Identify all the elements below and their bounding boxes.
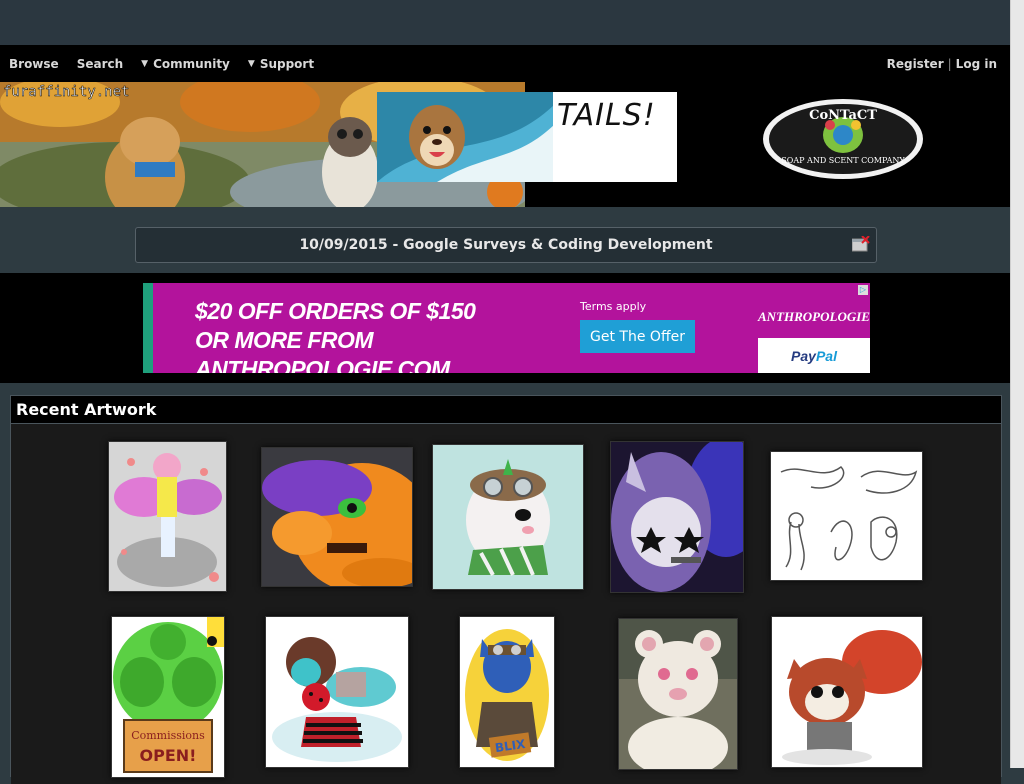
recent-artwork-heading: Recent Artwork <box>11 396 1001 424</box>
commissions-sign-text: Commissions <box>131 729 205 742</box>
tails-banner-ad[interactable]: TAILS! <box>377 92 677 182</box>
artwork-thumbnail[interactable] <box>261 447 413 587</box>
artwork-image <box>266 617 408 767</box>
nav-community-label: Community <box>153 56 230 71</box>
account-links: Register | Log in <box>887 57 997 71</box>
contact-soap-logo[interactable]: CoNTaCT SOAP AND SCENT COMPANY <box>760 97 926 182</box>
advertisement-strip: $20 OFF ORDERS OF $150 OR MORE FROM ANTH… <box>0 273 1011 383</box>
ad-brand-name: ANTHROPOLOGIE <box>758 309 870 324</box>
site-notice-bar: 10/09/2015 - Google Surveys & Coding Dev… <box>135 227 877 263</box>
link-separator: | <box>947 56 952 71</box>
nav-community-menu[interactable]: ▼ Community <box>141 57 230 71</box>
paypal-wordmark: PayPal <box>791 348 837 364</box>
artwork-thumbnail[interactable] <box>265 616 409 768</box>
recent-artwork-section: Recent Artwork Commissions OPEN! BLIX <box>10 395 1002 784</box>
anthropologie-ad[interactable]: $20 OFF ORDERS OF $150 OR MORE FROM ANTH… <box>143 283 870 373</box>
artwork-image: Commissions OPEN! <box>112 617 224 777</box>
main-navigation: Browse Search ▼ Community ▼ Support Regi… <box>0 45 1011 82</box>
artwork-image <box>619 619 737 769</box>
artwork-thumbnail[interactable] <box>610 441 744 593</box>
artwork-image <box>611 442 743 592</box>
artwork-thumbnail[interactable] <box>771 616 923 768</box>
artwork-thumbnail[interactable] <box>770 451 923 581</box>
nav-support-label: Support <box>259 56 315 71</box>
ad-accent-bar <box>143 283 153 373</box>
paypal-pal-text: Pal <box>815 347 837 364</box>
artwork-image <box>109 442 226 591</box>
adchoices-icon[interactable]: ▷ <box>858 285 868 295</box>
artwork-gallery: Commissions OPEN! BLIX <box>11 424 1001 784</box>
site-watermark-text: furaffinity.net <box>3 84 129 100</box>
login-link[interactable]: Log in <box>956 57 997 71</box>
artwork-thumbnail[interactable]: BLIX <box>459 616 555 768</box>
artwork-image <box>772 617 922 767</box>
dropdown-triangle-icon: ▼ <box>141 58 149 69</box>
dropdown-triangle-icon: ▼ <box>247 58 255 69</box>
artwork-image <box>262 448 412 586</box>
open-sign-text: OPEN! <box>140 746 197 765</box>
ad-headline: $20 OFF ORDERS OF $150 OR MORE FROM ANTH… <box>195 297 555 373</box>
dismiss-notice-icon[interactable] <box>851 235 870 252</box>
register-link[interactable]: Register <box>887 57 944 71</box>
artwork-image <box>771 452 922 580</box>
artwork-image: BLIX <box>460 617 554 767</box>
paypal-logo: PayPal <box>758 338 870 373</box>
contact-logo-bottom-text: SOAP AND SCENT COMPANY <box>781 156 905 165</box>
top-strip <box>0 0 1011 45</box>
artwork-image <box>433 445 583 589</box>
page-scrollbar[interactable] <box>1010 0 1024 768</box>
ad-headline-line2: OR MORE FROM ANTHROPOLOGIE.COM <box>195 327 450 373</box>
contact-logo-top-text: CoNTaCT <box>809 108 877 123</box>
get-offer-button[interactable]: Get The Offer <box>580 320 695 353</box>
nav-browse-link[interactable]: Browse <box>9 57 59 71</box>
paypal-pay-text: Pay <box>791 347 816 364</box>
artwork-thumbnail[interactable]: Commissions OPEN! <box>111 616 225 778</box>
tails-ad-text: TAILS! <box>557 98 656 133</box>
artwork-thumbnail[interactable] <box>618 618 738 770</box>
ad-terms-text: Terms apply <box>580 300 647 313</box>
notice-text[interactable]: 10/09/2015 - Google Surveys & Coding Dev… <box>299 237 712 253</box>
nav-support-menu[interactable]: ▼ Support <box>248 57 314 71</box>
artwork-thumbnail[interactable] <box>108 441 227 592</box>
artwork-thumbnail[interactable] <box>432 444 584 590</box>
nav-search-link[interactable]: Search <box>77 57 123 71</box>
ad-headline-line1: $20 OFF ORDERS OF $150 <box>195 298 476 324</box>
site-banner: furaffinity.net TAILS! CoNTaCT SOAP AND <box>0 82 1011 207</box>
